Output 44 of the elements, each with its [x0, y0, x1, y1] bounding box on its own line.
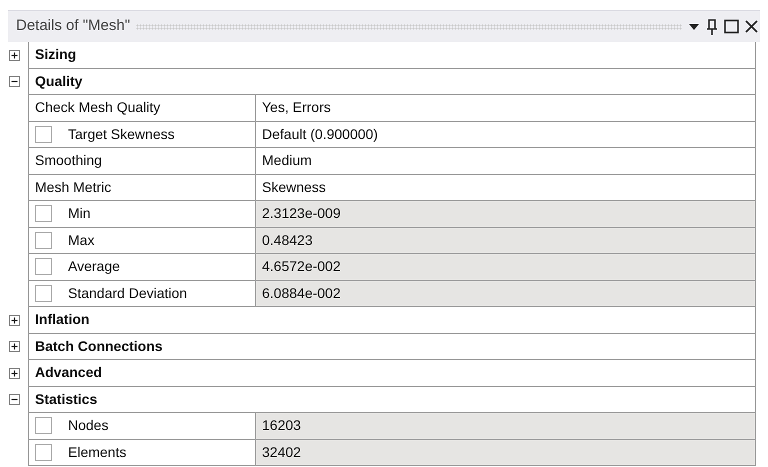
expand-icon[interactable] — [8, 314, 20, 326]
property-name: Target Skewness — [68, 124, 175, 144]
checkbox[interactable] — [35, 417, 52, 434]
property-name: Mesh Metric — [35, 178, 112, 197]
group-header[interactable]: Quality — [28, 68, 756, 95]
property-name: Smoothing — [35, 151, 102, 170]
property-value[interactable]: Skewness — [256, 174, 756, 201]
property-value: 6.0884e-002 — [256, 280, 756, 307]
property-value: 0.48423 — [256, 228, 756, 254]
property-value[interactable]: Medium — [256, 148, 756, 174]
collapse-icon[interactable] — [8, 394, 20, 406]
expand-icon[interactable] — [8, 341, 20, 352]
expand-icon[interactable] — [8, 50, 20, 61]
property-value: 32402 — [256, 440, 756, 466]
property-value[interactable]: Yes, Errors — [256, 95, 756, 122]
pin-icon[interactable] — [706, 18, 718, 34]
property-name: Average — [68, 257, 120, 276]
collapse-icon[interactable] — [8, 76, 20, 88]
property-value[interactable]: Default (0.900000) — [256, 122, 756, 148]
checkbox[interactable] — [35, 126, 52, 143]
close-icon[interactable] — [745, 20, 758, 33]
maximize-icon[interactable] — [724, 19, 739, 34]
group-header[interactable]: Batch Connections — [28, 334, 756, 360]
checkbox[interactable] — [35, 232, 52, 249]
group-header[interactable]: Advanced — [28, 360, 756, 386]
dropdown-icon[interactable] — [688, 22, 700, 30]
expand-icon[interactable] — [8, 368, 20, 379]
checkbox[interactable] — [35, 205, 52, 222]
property-name: Min — [68, 204, 91, 224]
property-value: 4.6572e-002 — [256, 254, 756, 280]
checkbox[interactable] — [35, 444, 52, 461]
panel-title: Details of "Mesh" — [16, 16, 130, 36]
checkbox[interactable] — [35, 258, 52, 276]
property-value: 16203 — [256, 413, 756, 440]
property-name: Check Mesh Quality — [35, 98, 160, 118]
property-name: Standard Deviation — [68, 284, 188, 303]
group-header[interactable]: Sizing — [28, 42, 756, 68]
property-name: Nodes — [68, 416, 108, 436]
property-value: 2.3123e-009 — [256, 201, 756, 228]
group-header[interactable]: Inflation — [28, 307, 756, 334]
group-header[interactable]: Statistics — [28, 386, 756, 413]
property-name: Elements — [68, 442, 126, 462]
property-name: Max — [68, 230, 94, 250]
checkbox[interactable] — [35, 284, 52, 302]
